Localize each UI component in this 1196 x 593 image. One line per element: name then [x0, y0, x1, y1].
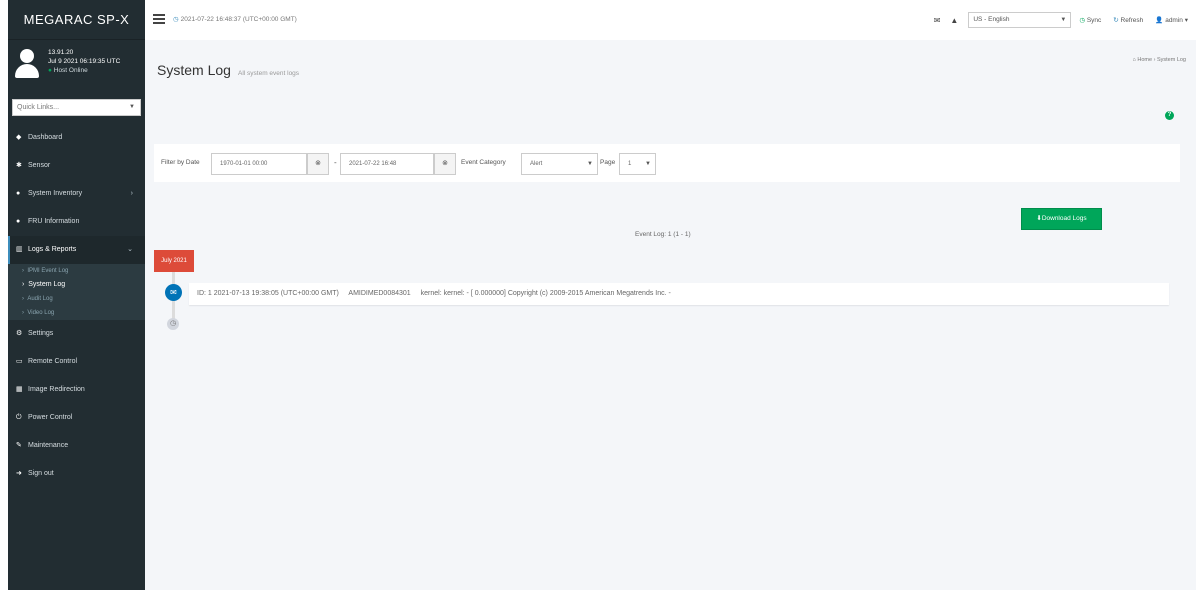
main-content: System Log All system event logs ⌂ Home …: [145, 40, 1196, 590]
chevron-down-icon: ▼: [587, 161, 593, 167]
fru-icon: ●: [16, 218, 21, 225]
chevron-right-icon: ›: [130, 190, 133, 197]
chevron-down-icon: ▼: [129, 104, 135, 110]
end-date-input[interactable]: 2021-07-22 16:48: [340, 153, 434, 175]
event-category-label: Event Category: [461, 159, 506, 166]
home-icon: ⌂: [1132, 57, 1136, 63]
brand-logo[interactable]: MEGARAC SP-X: [8, 0, 145, 40]
entry-id: ID: 1: [197, 290, 212, 297]
message-icon: ✉: [165, 284, 182, 301]
settings-icon: ⚙: [16, 330, 23, 337]
sidebar-subitem-ipmi-event-log[interactable]: › IPMI Event Log: [8, 264, 145, 278]
entry-host: AMIDIMED0084301: [348, 290, 411, 297]
language-select[interactable]: US - English ▼: [968, 12, 1072, 28]
sidebar-subitem-video-log[interactable]: › Video Log: [8, 306, 145, 320]
warning-icon[interactable]: ▲: [950, 16, 958, 25]
page-subtitle: All system event logs: [238, 70, 300, 77]
bmc-datetime: ◷ 2021-07-22 16:48:37 (UTC+00:00 GMT): [173, 16, 297, 23]
logs-submenu: › IPMI Event Log › System Log › Audit Lo…: [8, 264, 145, 320]
page-select[interactable]: 1 ▼: [619, 153, 656, 175]
entry-source: kernel: kernel: -: [420, 290, 469, 297]
user-avatar-icon: [14, 49, 40, 79]
sync-icon: ◷: [1079, 17, 1085, 24]
sync-button[interactable]: ◷ Sync: [1079, 16, 1101, 24]
event-category-select[interactable]: Alert ▼: [521, 153, 598, 175]
image-icon: ▦: [16, 386, 23, 393]
start-date-input[interactable]: 1970-01-01 00:00: [211, 153, 307, 175]
envelope-icon[interactable]: ✉: [934, 16, 941, 25]
sidebar-item-image-redirection[interactable]: ▦ Image Redirection: [8, 376, 145, 404]
sidebar-item-logs-reports[interactable]: ▥ Logs & Reports ⌄: [8, 236, 145, 264]
dashboard-icon: ◆: [16, 134, 22, 141]
user-icon: 👤: [1155, 17, 1164, 24]
breadcrumb-home[interactable]: Home: [1137, 57, 1152, 63]
user-info: 13.91.20 Jul 9 2021 06:19:35 UTC ● Host …: [48, 48, 120, 75]
sidebar-item-fru-information[interactable]: ● FRU Information: [8, 208, 145, 236]
refresh-icon: ↻: [1113, 17, 1119, 24]
filter-by-date-label: Filter by Date: [161, 159, 200, 166]
sidebar-item-remote-control[interactable]: ▭ Remote Control: [8, 348, 145, 376]
online-status-icon: ●: [48, 67, 52, 74]
quick-links-select[interactable]: Quick Links... ▼: [12, 99, 141, 116]
sidebar-item-sensor[interactable]: ✱ Sensor: [8, 152, 145, 180]
event-log-count: Event Log: 1 (1 - 1): [635, 231, 691, 238]
user-timestamp: Jul 9 2021 06:19:35 UTC: [48, 58, 121, 65]
sidebar-item-settings[interactable]: ⚙ Settings: [8, 320, 145, 348]
sidebar-item-dashboard[interactable]: ◆ Dashboard: [8, 124, 145, 152]
filter-bar: Filter by Date 1970-01-01 00:00 ⊗ - 2021…: [154, 144, 1180, 182]
clear-icon: ⊗: [315, 160, 321, 167]
page-header: System Log All system event logs: [157, 62, 299, 78]
monitor-icon: ▭: [16, 358, 23, 365]
help-icon[interactable]: ?: [1165, 111, 1174, 120]
sidebar-item-sign-out[interactable]: ➜ Sign out: [8, 460, 145, 488]
entry-timestamp: 2021-07-13 19:38:05 (UTC+00:00 GMT): [213, 290, 339, 297]
power-icon: ⏻: [16, 414, 22, 421]
user-menu[interactable]: 👤 admin ▾: [1155, 16, 1188, 24]
top-right-controls: ✉ ▲ US - English ▼ ◷ Sync ↻ Refresh 👤 ad…: [934, 11, 1188, 29]
breadcrumb: ⌂ Home › System Log: [1132, 57, 1186, 63]
clear-icon: ⊗: [442, 160, 448, 167]
chevron-down-icon: ▼: [645, 161, 651, 167]
page-label: Page: [600, 159, 616, 166]
host-status: Host Online: [53, 67, 88, 74]
chart-icon: ▥: [16, 246, 23, 253]
sidebar: MEGARAC SP-X 13.91.20 Jul 9 2021 06:19:3…: [8, 0, 145, 590]
inventory-icon: ●: [16, 190, 21, 197]
wrench-icon: ✎: [16, 442, 22, 449]
top-navbar: ◷ 2021-07-22 16:48:37 (UTC+00:00 GMT) ✉ ▲…: [145, 0, 1196, 40]
clock-icon: ◷: [173, 16, 179, 23]
menu-toggle-icon[interactable]: [153, 14, 165, 26]
sidebar-subitem-audit-log[interactable]: › Audit Log: [8, 292, 145, 306]
clock-icon: ◷: [167, 318, 179, 330]
refresh-button[interactable]: ↻ Refresh: [1113, 16, 1143, 24]
sidebar-menu: ◆ Dashboard ✱ Sensor ● System Inventory › ●…: [8, 124, 145, 488]
download-logs-button[interactable]: ⬇Download Logs: [1021, 208, 1102, 230]
sidebar-subitem-system-log[interactable]: › System Log: [8, 278, 145, 292]
chevron-down-icon: ▾: [1184, 17, 1188, 24]
sensor-icon: ✱: [16, 162, 22, 169]
sidebar-item-power-control[interactable]: ⏻ Power Control: [8, 404, 145, 432]
timeline-entry[interactable]: ID: 1 2021-07-13 19:38:05 (UTC+00:00 GMT…: [189, 283, 1169, 305]
timeline-month-label: July 2021: [154, 250, 194, 272]
page-title: System Log: [157, 62, 231, 78]
breadcrumb-current: System Log: [1156, 57, 1186, 63]
sidebar-item-maintenance[interactable]: ✎ Maintenance: [8, 432, 145, 460]
user-name: 13.91.20: [48, 49, 74, 56]
chevron-down-icon: ▼: [1060, 17, 1067, 23]
signout-icon: ➜: [16, 470, 22, 477]
sidebar-item-system-inventory[interactable]: ● System Inventory ›: [8, 180, 145, 208]
start-date-clear-button[interactable]: ⊗: [307, 153, 329, 175]
chevron-down-icon: ⌄: [127, 246, 133, 253]
end-date-clear-button[interactable]: ⊗: [434, 153, 456, 175]
user-panel: 13.91.20 Jul 9 2021 06:19:35 UTC ● Host …: [8, 40, 145, 90]
entry-message: [ 0.000000] Copyright (c) 2009-2015 Amer…: [470, 290, 671, 297]
